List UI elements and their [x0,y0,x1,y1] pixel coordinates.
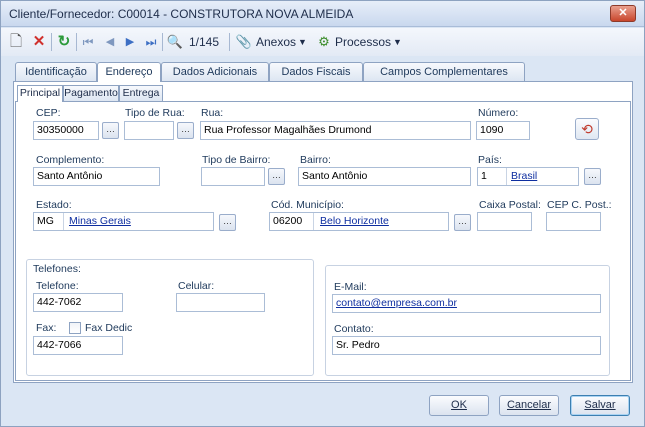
estado-lookup-button[interactable]: … [219,214,236,231]
tipo-bairro-lookup-button[interactable]: … [268,168,285,185]
municipio-name-link[interactable]: Belo Horizonte [320,213,389,230]
pais-lookup-button[interactable]: … [584,168,601,185]
fax-dedic-label: Fax Dedic [85,322,133,334]
field-divider [313,213,314,230]
complemento-field[interactable]: Santo Antônio [33,167,160,186]
processes-icon[interactable]: ⚙ [315,32,333,52]
municipio-label: Cód. Município: [271,199,344,211]
caixa-postal-field[interactable] [477,212,532,231]
subtab-entrega[interactable]: Entrega [119,85,163,101]
field-divider [506,168,507,185]
pais-code: 1 [481,170,487,182]
cep-cpost-label: CEP C. Post.: [547,199,612,211]
new-doc-icon[interactable]: 🗋 [7,32,25,52]
numero-label: Número: [478,107,519,119]
email-field[interactable]: contato@empresa.com.br [332,294,601,313]
title-bar: Cliente/Fornecedor: C00014 - CONSTRUTORA… [1,1,644,27]
toolbar-separator [76,33,77,51]
last-record-icon[interactable]: ⏭ [142,32,160,52]
municipio-field[interactable]: 06200 Belo Horizonte [269,212,449,231]
celular-label: Celular: [178,280,215,292]
save-button[interactable]: Salvar [570,395,630,416]
pais-label: País: [478,154,502,166]
fax-field[interactable]: 442-7066 [33,336,123,355]
fax-label: Fax: [36,322,57,334]
tipo-rua-label: Tipo de Rua: [125,107,185,119]
first-record-icon[interactable]: ⏮ [79,32,97,52]
phones-group [26,259,314,376]
client-supplier-window: Cliente/Fornecedor: C00014 - CONSTRUTORA… [0,0,645,427]
bairro-label: Bairro: [300,154,331,166]
rua-label: Rua: [201,107,224,119]
contact-group [325,265,610,376]
map-icon: ⟲ [581,121,593,137]
tab-endereco[interactable]: Endereço [97,62,161,82]
record-counter: 1/145 [189,35,220,49]
map-button[interactable]: ⟲ [575,118,599,140]
cep-cpost-field[interactable] [546,212,601,231]
tipo-rua-field[interactable] [124,121,174,140]
numero-field[interactable]: 1090 [476,121,530,140]
phones-group-label: Telefones: [33,263,81,275]
attachment-icon[interactable]: 📎 [235,32,253,52]
cep-lookup-button[interactable]: … [102,122,119,139]
subtab-pagamento[interactable]: Pagamento [63,85,119,101]
email-label: E-Mail: [334,281,367,293]
rua-field[interactable]: Rua Professor Magalhães Drumond [200,121,471,140]
pais-name-link[interactable]: Brasil [511,168,537,185]
chevron-down-icon[interactable]: ▼ [298,31,307,53]
telefone-label: Telefone: [36,280,79,292]
toolbar: 🗋 ✕ ↻ ⏮ ◀ ▶ ⏭ 🔍 1/145 📎 Anexos ▼ ⚙ Proce… [1,28,644,56]
processos-menu[interactable]: Processos [335,31,391,53]
chevron-down-icon[interactable]: ▼ [393,31,402,53]
municipio-lookup-button[interactable]: … [454,214,471,231]
refresh-icon[interactable]: ↻ [55,32,73,52]
ok-button[interactable]: OK [429,395,489,416]
subtab-principal[interactable]: Principal [17,85,63,102]
caixa-postal-label: Caixa Postal: [479,199,541,211]
pais-field[interactable]: 1 Brasil [477,167,579,186]
next-record-icon[interactable]: ▶ [121,32,139,52]
search-icon[interactable]: 🔍 [166,32,184,52]
previous-record-icon[interactable]: ◀ [101,32,119,52]
toolbar-separator [162,33,163,51]
estado-name-link[interactable]: Minas Gerais [69,213,131,230]
tipo-rua-lookup-button[interactable]: … [177,122,194,139]
tipo-bairro-label: Tipo de Bairro: [202,154,271,166]
cancel-button[interactable]: Cancelar [499,395,559,416]
cep-label: CEP: [36,107,61,119]
close-button[interactable]: ✕ [610,5,636,22]
telefone-field[interactable]: 442-7062 [33,293,123,312]
estado-code: MG [37,215,54,227]
tab-campos-complementares[interactable]: Campos Complementares [363,62,525,81]
window-title: Cliente/Fornecedor: C00014 - CONSTRUTORA… [9,7,354,21]
tab-identificacao[interactable]: Identificação [15,62,97,81]
tipo-bairro-field[interactable] [201,167,265,186]
contato-label: Contato: [334,323,374,335]
delete-icon[interactable]: ✕ [30,32,48,52]
fax-dedic-checkbox[interactable] [69,322,81,334]
cep-field[interactable]: 30350000 [33,121,99,140]
toolbar-separator [229,33,230,51]
municipio-code: 06200 [273,215,303,227]
estado-label: Estado: [36,199,72,211]
celular-field[interactable] [176,293,265,312]
field-divider [63,213,64,230]
toolbar-separator [51,33,52,51]
tab-dados-fiscais[interactable]: Dados Fiscais [269,62,363,81]
anexos-menu[interactable]: Anexos [256,31,296,53]
estado-field[interactable]: MG Minas Gerais [33,212,214,231]
contato-field[interactable]: Sr. Pedro [332,336,601,355]
bairro-field[interactable]: Santo Antônio [298,167,471,186]
tab-dados-adicionais[interactable]: Dados Adicionais [161,62,269,81]
complemento-label: Complemento: [36,154,105,166]
